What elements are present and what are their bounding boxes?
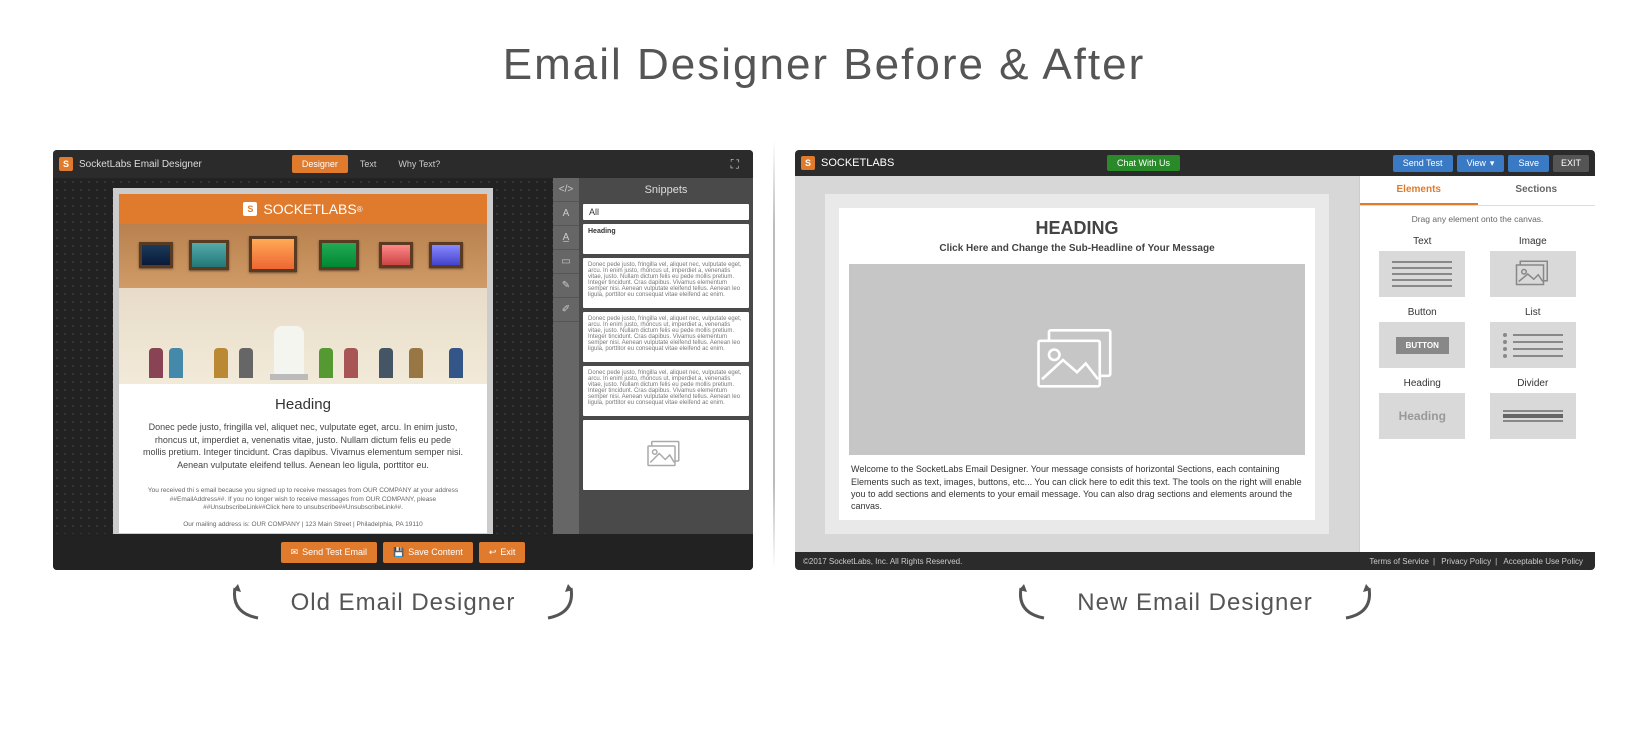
pencil-tool-icon[interactable]: ✐: [553, 298, 579, 322]
new-caption: New Email Designer: [1009, 578, 1380, 628]
old-header: S SocketLabs Email Designer Designer Tex…: [53, 150, 753, 178]
save-content-button[interactable]: 💾Save Content: [383, 542, 473, 563]
socketlabs-icon: S: [243, 202, 257, 216]
snippet-paragraph[interactable]: Donec pede justo, fringilla vel, aliquet…: [583, 312, 749, 362]
element-image[interactable]: Image: [1485, 236, 1582, 297]
socketlabs-icon: S: [801, 156, 815, 170]
old-caption: Old Email Designer: [223, 578, 584, 628]
tab-designer[interactable]: Designer: [292, 155, 348, 173]
send-test-email-button[interactable]: ✉Send Test Email: [281, 542, 377, 563]
brush-tool-icon[interactable]: ✎: [553, 274, 579, 298]
save-button[interactable]: Save: [1508, 155, 1549, 172]
font-tool-icon[interactable]: A̲: [553, 226, 579, 250]
snippet-paragraph[interactable]: Donec pede justo, fringilla vel, aliquet…: [583, 366, 749, 416]
expand-icon[interactable]: ⛶: [723, 157, 747, 172]
curved-arrow-icon: [533, 578, 583, 628]
old-caption-text: Old Email Designer: [291, 589, 516, 617]
snippets-title: Snippets: [579, 178, 753, 202]
send-test-button[interactable]: Send Test: [1393, 155, 1453, 172]
image-icon: [1513, 259, 1553, 289]
element-button[interactable]: Button BUTTON: [1374, 307, 1471, 368]
old-sidebar: </> A A̲ ▭ ✎ ✐ Snippets All Heading Done…: [553, 178, 753, 534]
tab-elements[interactable]: Elements: [1360, 176, 1478, 205]
link-privacy[interactable]: Privacy Policy: [1437, 557, 1495, 566]
exit-button[interactable]: EXIT: [1553, 155, 1589, 172]
exit-icon: ↩: [489, 547, 497, 558]
old-app-title: SocketLabs Email Designer: [79, 159, 202, 170]
tab-why-text[interactable]: Why Text?: [388, 155, 450, 173]
old-email-canvas[interactable]: S SOCKETLABS ®: [113, 188, 493, 534]
new-header: S SOCKETLABS Chat With Us Send Test View…: [795, 150, 1595, 176]
code-tool-icon[interactable]: </>: [553, 178, 579, 202]
old-action-bar: ✉Send Test Email 💾Save Content ↩Exit: [53, 534, 753, 570]
link-tos[interactable]: Terms of Service: [1365, 557, 1433, 566]
new-sidebar: Elements Sections Drag any element onto …: [1359, 176, 1595, 552]
snippet-heading[interactable]: Heading: [583, 224, 749, 254]
socketlabs-logo: S SOCKETLABS: [801, 156, 894, 170]
old-panel-wrapper: S SocketLabs Email Designer Designer Tex…: [53, 150, 753, 628]
save-icon: 💾: [393, 547, 404, 558]
curved-arrow-icon: [1009, 578, 1059, 628]
chat-with-us-button[interactable]: Chat With Us: [1107, 155, 1180, 171]
image-placeholder[interactable]: [849, 264, 1305, 455]
hero-image: [119, 224, 487, 384]
email-address: Our mailing address is: OUR COMPANY | 12…: [119, 517, 487, 533]
link-aup[interactable]: Acceptable Use Policy: [1499, 557, 1587, 566]
old-designer-window: S SocketLabs Email Designer Designer Tex…: [53, 150, 753, 570]
curved-arrow-icon: [223, 578, 273, 628]
tab-text[interactable]: Text: [350, 155, 387, 173]
text-tool-icon[interactable]: A: [553, 202, 579, 226]
new-caption-text: New Email Designer: [1077, 589, 1312, 617]
drag-hint: Drag any element onto the canvas.: [1360, 206, 1595, 232]
email-subheading[interactable]: Click Here and Change the Sub-Headline o…: [839, 243, 1315, 264]
element-divider[interactable]: Divider: [1485, 378, 1582, 439]
email-logo-text: SOCKETLABS: [263, 201, 356, 217]
new-designer-window: S SOCKETLABS Chat With Us Send Test View…: [795, 150, 1595, 570]
chevron-down-icon: ▾: [1490, 158, 1495, 169]
element-text[interactable]: Text: [1374, 236, 1471, 297]
image-placeholder-icon: [1032, 325, 1122, 395]
element-list[interactable]: List: [1485, 307, 1582, 368]
curved-arrow-icon: [1331, 578, 1381, 628]
new-footer: ©2017 SocketLabs, Inc. All Rights Reserv…: [795, 552, 1595, 570]
page-title: Email Designer Before & After: [0, 40, 1648, 90]
old-canvas-area: S SOCKETLABS ®: [53, 178, 553, 534]
email-paragraph[interactable]: Donec pede justo, fringilla vel, aliquet…: [119, 421, 487, 483]
exit-button[interactable]: ↩Exit: [479, 542, 526, 563]
welcome-text[interactable]: Welcome to the SocketLabs Email Designer…: [839, 455, 1315, 520]
mail-icon: ✉: [291, 547, 299, 558]
new-canvas-area: HEADING Click Here and Change the Sub-He…: [795, 176, 1359, 552]
email-heading[interactable]: Heading: [119, 384, 487, 421]
snippets-filter[interactable]: All: [583, 204, 749, 220]
snippet-paragraph[interactable]: Donec pede justo, fringilla vel, aliquet…: [583, 258, 749, 308]
panel-divider: [773, 140, 775, 570]
view-dropdown[interactable]: View▾: [1457, 155, 1505, 172]
email-heading[interactable]: HEADING: [839, 208, 1315, 243]
image-tool-icon[interactable]: ▭: [553, 250, 579, 274]
tab-sections[interactable]: Sections: [1478, 176, 1596, 205]
email-logo-bar: S SOCKETLABS ®: [119, 194, 487, 224]
new-email-canvas[interactable]: HEADING Click Here and Change the Sub-He…: [825, 194, 1329, 534]
email-unsubscribe: You received thi s email because you sig…: [119, 483, 487, 516]
socketlabs-icon: S: [59, 157, 73, 171]
snippet-image[interactable]: [583, 420, 749, 490]
copyright-text: ©2017 SocketLabs, Inc. All Rights Reserv…: [803, 557, 962, 566]
element-heading[interactable]: Heading Heading: [1374, 378, 1471, 439]
new-panel-wrapper: S SOCKETLABS Chat With Us Send Test View…: [795, 150, 1595, 628]
